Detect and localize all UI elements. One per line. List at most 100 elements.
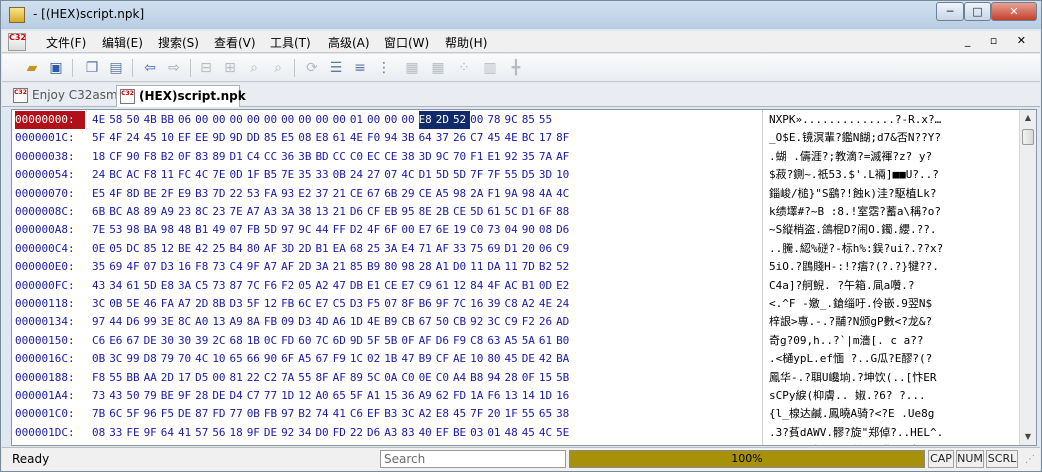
hex-byte[interactable]: FD [212,405,229,423]
hex-byte[interactable]: 8B [212,295,229,313]
row-hex-bytes[interactable]: 0B 3C 99 D8 79 70 4C 10 65 66 90 6F A5 67 F9 1C 02 1B 47 B9… [92,350,573,368]
hex-byte[interactable]: 99 [144,313,161,331]
row-hex-bytes[interactable]: 73 43 50 79 BE 9F 28 DE D4 C7 77 1D 12 A0 65 5F A1 15 36 A9… [92,387,573,405]
hex-row[interactable]: 000001A4: 73 43 50 79 BE 9F 28 DE D4 C7 77 1D 12 A0 65 5… [12,387,1020,405]
hex-byte[interactable]: 3D [281,240,298,258]
hex-byte[interactable]: 98 [126,221,143,239]
hex-byte[interactable]: 67 [315,350,332,368]
hex-byte[interactable]: 48 [178,221,195,239]
hex-byte[interactable]: BE [144,185,161,203]
hex-byte[interactable]: 07 [230,221,247,239]
hex-byte[interactable]: D3 [350,295,367,313]
hex-byte[interactable]: 17 [539,129,556,147]
hex-byte[interactable]: 80 [487,350,504,368]
hex-byte[interactable]: 7C [247,277,264,295]
app-icon[interactable] [9,7,25,23]
hex-byte[interactable]: 68 [350,240,367,258]
grid-alt-icon[interactable]: ▦ [428,58,448,78]
hex-byte[interactable]: E7 [401,277,418,295]
hex-byte[interactable]: 6F [539,203,556,221]
hex-byte[interactable]: 73 [212,277,229,295]
hex-byte[interactable]: D6 [556,221,573,239]
hex-byte[interactable]: 00 [264,111,281,129]
row-ascii[interactable]: C4a]?舸鯢. ?午箱.凬a囋.? [769,277,914,295]
row-hex-bytes[interactable]: 24 BC AC F8 11 FC 4C 7E 0D 1F B5 7E 35 33 0B 24 27 07 4C D1… [92,166,573,184]
hex-byte[interactable]: E6 [109,332,126,350]
hex-byte[interactable]: F3 [367,442,384,445]
hex-byte[interactable]: E2 [298,185,315,203]
hex-editor[interactable]: 00000000: 4E 58 50 4B BB 06 00 00 00 00 00 00 00 00 00 0… [11,109,1037,446]
hex-byte[interactable]: A6 [333,313,350,331]
row-ascii[interactable]: {l_楾达鹹.鳳曉A骑?<?E .Ue8g [769,405,934,423]
hex-byte[interactable]: 98 [161,221,178,239]
hex-byte[interactable]: 75 [470,240,487,258]
hex-byte[interactable]: 01 [487,424,504,442]
hex-byte[interactable]: DD [247,129,264,147]
hex-byte[interactable]: B1 [315,240,332,258]
hex-byte[interactable]: 97 [281,221,298,239]
hex-byte[interactable]: FA [161,295,178,313]
hex-byte[interactable]: 5B [384,332,401,350]
hex-byte[interactable]: 28 [505,369,522,387]
hex-byte[interactable]: 11 [470,258,487,276]
hex-byte[interactable]: B6 [419,295,436,313]
hex-byte[interactable]: 35 [522,148,539,166]
hex-byte[interactable]: 60 [298,332,315,350]
hex-byte[interactable]: 33 [453,240,470,258]
hex-byte[interactable]: CE [419,185,436,203]
hex-byte[interactable]: A3 [264,203,281,221]
hex-byte[interactable]: DE [144,332,161,350]
hex-byte[interactable]: C0 [350,148,367,166]
hex-row[interactable]: 00000188: F8 55 BB AA 2D 17 D5 00 81 22 C2 7A 55 8F AF 8… [12,369,1020,387]
hex-byte[interactable]: CE [247,442,264,445]
hex-byte[interactable]: BB [126,369,143,387]
hex-byte[interactable]: F5 [161,405,178,423]
hex-byte[interactable]: E1 [453,442,470,445]
hex-byte[interactable]: 7F [487,166,504,184]
hex-byte[interactable]: FB [264,405,281,423]
hex-byte[interactable]: 7C [453,295,470,313]
hex-byte[interactable]: F0 [367,129,384,147]
hex-byte[interactable]: A5 [298,350,315,368]
split-icon[interactable]: ╋ [506,58,526,78]
hex-byte[interactable]: A2 [522,295,539,313]
document-icon[interactable]: C32 [8,33,26,51]
hex-byte[interactable]: F2 [281,277,298,295]
hex-byte[interactable]: 8E [419,203,436,221]
hex-byte[interactable]: 6C [230,442,247,445]
hex-byte[interactable]: DE [522,350,539,368]
hex-byte[interactable]: A8 [126,203,143,221]
hex-byte[interactable]: 13 [505,387,522,405]
hex-byte[interactable]: E1 [487,148,504,166]
hex-byte[interactable]: 1F [247,166,264,184]
hex-byte[interactable]: 53 [247,185,264,203]
hex-byte[interactable]: 80 [247,240,264,258]
hex-byte[interactable]: 85 [144,240,161,258]
hex-byte[interactable]: F5 [367,295,384,313]
hex-byte[interactable]: 00 [401,111,418,129]
hex-byte[interactable]: 4C [539,424,556,442]
menu-edit[interactable]: 编辑(E) [102,34,143,51]
hex-byte[interactable]: 24 [350,166,367,184]
hex-byte[interactable]: EF [178,129,195,147]
row-hex-bytes[interactable]: 5F 4F 24 45 10 EF EE 9D 9D DD 85 E5 08 E8 61 4E F0 94 3B 64… [92,129,573,147]
hex-byte[interactable]: 50 [126,111,143,129]
hex-byte[interactable]: 11 [161,166,178,184]
hex-byte[interactable]: 33 [109,424,126,442]
hex-byte[interactable]: 67 [126,332,143,350]
hex-byte[interactable]: 70 [453,148,470,166]
row-ascii[interactable]: 梓詪>専.-.?鬴?N颁gP數<?龙&? [769,313,932,331]
hex-byte[interactable]: AF [556,148,573,166]
hex-byte[interactable]: 5E [556,424,573,442]
hex-byte[interactable]: 6F [281,350,298,368]
hex-byte[interactable]: 42 [539,350,556,368]
hex-byte[interactable]: 98 [522,185,539,203]
hex-byte[interactable]: B2 [539,258,556,276]
hex-byte[interactable]: B4 [230,240,247,258]
hex-byte[interactable]: 00 [333,111,350,129]
hex-byte[interactable]: E8 [436,405,453,423]
hex-byte[interactable]: A9 [230,313,247,331]
hex-byte[interactable]: C9 [556,240,573,258]
hex-byte[interactable]: 92 [281,424,298,442]
hex-row[interactable]: 00000134: 97 44 D6 99 3E 8C A0 13 A9 8A FB 09 D3 4D A6 1… [12,313,1020,331]
